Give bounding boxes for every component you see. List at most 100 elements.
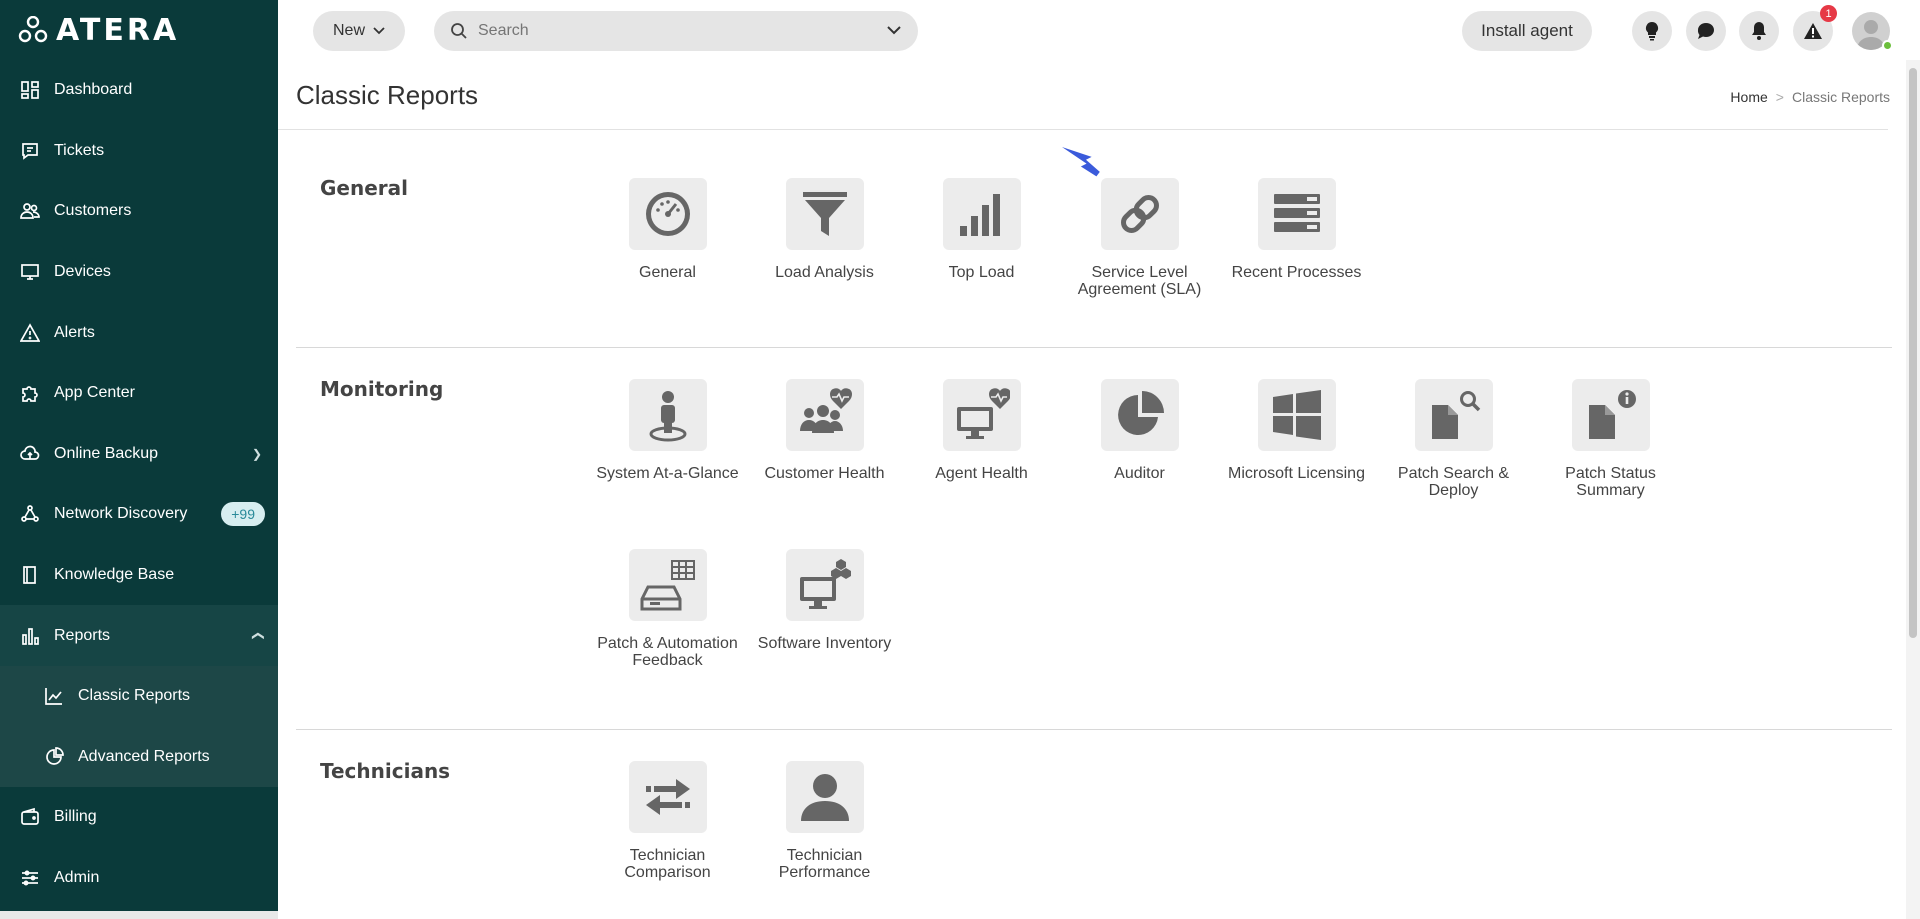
report-tile-agent-health[interactable]: Agent Health <box>903 379 1060 482</box>
report-tile-load-analysis[interactable]: Load Analysis <box>746 178 903 281</box>
sidebar: ATERA Dashboard Tickets Customers Device… <box>0 0 278 919</box>
report-tile-label: Agent Health <box>935 465 1028 482</box>
dashboard-icon <box>19 79 41 101</box>
signal-bars-icon <box>959 194 1000 236</box>
document-search-icon <box>1431 391 1480 439</box>
customers-icon <box>19 200 41 222</box>
report-tile-label: Top Load <box>948 264 1015 281</box>
section-divider <box>296 347 1892 348</box>
network-icon <box>19 503 41 525</box>
report-tile-recent-processes[interactable]: Recent Processes <box>1218 178 1375 281</box>
report-tile-label: Software Inventory <box>757 635 892 652</box>
sidebar-item-reports[interactable]: Reports ❯ <box>0 605 278 666</box>
sidebar-item-network-discovery[interactable]: Network Discovery +99 <box>0 484 278 545</box>
alert-count-badge: 1 <box>1820 5 1837 22</box>
tips-button[interactable] <box>1632 11 1672 51</box>
report-tile-label: System At-a-Glance <box>596 465 739 482</box>
report-tile-technician-comparison[interactable]: Technician Comparison <box>589 761 746 881</box>
search-bar[interactable] <box>434 11 918 51</box>
sidebar-item-knowledge-base[interactable]: Knowledge Base <box>0 545 278 606</box>
search-icon <box>451 23 467 39</box>
sidebar-item-customers[interactable]: Customers <box>0 181 278 242</box>
report-tile-sla[interactable]: Service Level Agreement (SLA) <box>1061 178 1218 298</box>
report-tile-auditor[interactable]: Auditor <box>1061 379 1218 482</box>
report-tile-label: Microsoft Licensing <box>1228 465 1365 482</box>
report-tile-patch-status-summary[interactable]: Patch Status Summary <box>1532 379 1689 499</box>
sidebar-item-billing[interactable]: Billing <box>0 787 278 848</box>
page-title: Classic Reports <box>296 80 479 110</box>
sidebar-item-admin[interactable]: Admin <box>0 848 278 909</box>
sidebar-item-label: Customers <box>54 202 132 220</box>
document-info-icon <box>1588 390 1636 439</box>
section-title-general: General <box>320 176 408 200</box>
notifications-button[interactable] <box>1739 11 1779 51</box>
report-tile-label: Patch Status Summary <box>1565 465 1656 499</box>
sidebar-item-label: Classic Reports <box>78 687 191 705</box>
alerts-button[interactable]: 1 <box>1793 5 1837 51</box>
list-bars-icon <box>1273 194 1320 232</box>
scrollbar[interactable] <box>1906 60 1920 919</box>
report-tile-label: Auditor <box>1114 465 1165 482</box>
sidebar-item-label: Knowledge Base <box>54 566 175 584</box>
report-tile-customer-health[interactable]: Customer Health <box>746 379 903 482</box>
book-icon <box>19 564 41 586</box>
warning-icon <box>1804 23 1822 39</box>
sidebar-item-label: Alerts <box>54 323 95 341</box>
sidebar-item-tickets[interactable]: Tickets <box>0 121 278 182</box>
wallet-icon <box>19 806 41 828</box>
pie-chart-icon <box>1117 391 1164 435</box>
cloud-icon <box>19 443 41 465</box>
user-silhouette-icon <box>800 774 849 821</box>
report-tile-label: Patch & Automation Feedback <box>597 635 738 669</box>
report-tile-software-inventory[interactable]: Software Inventory <box>746 549 903 652</box>
sidebar-item-label: Dashboard <box>54 81 133 99</box>
sidebar-item-devices[interactable]: Devices <box>0 242 278 303</box>
sidebar-item-classic-reports[interactable]: Classic Reports <box>0 665 278 727</box>
logo-text: ATERA <box>56 12 180 48</box>
sidebar-item-online-backup[interactable]: Online Backup ❯ <box>0 424 278 485</box>
alert-icon <box>19 322 41 344</box>
install-agent-button[interactable]: Install agent <box>1462 11 1592 51</box>
header-divider <box>278 129 1888 130</box>
gauge-icon <box>645 192 690 236</box>
report-tile-top-load[interactable]: Top Load <box>903 178 1060 281</box>
funnel-icon <box>802 192 847 236</box>
breadcrumb-current: Classic Reports <box>1791 89 1890 105</box>
search-input[interactable] <box>478 22 858 40</box>
monitor-boxes-icon <box>799 559 851 609</box>
sidebar-item-app-center[interactable]: App Center <box>0 363 278 424</box>
chevron-down-icon[interactable] <box>886 21 902 39</box>
report-tile-microsoft-licensing[interactable]: Microsoft Licensing <box>1218 379 1375 482</box>
sidebar-item-label: Tickets <box>54 141 105 159</box>
sidebar-item-dashboard[interactable]: Dashboard <box>0 60 278 121</box>
report-tile-system-at-a-glance[interactable]: System At-a-Glance <box>589 379 746 482</box>
sidebar-item-label: Online Backup <box>54 444 159 462</box>
report-tile-label: General <box>639 264 696 281</box>
chat-button[interactable] <box>1686 11 1726 51</box>
report-tile-label: Service Level Agreement (SLA) <box>1077 264 1202 298</box>
logo-icon <box>18 16 48 43</box>
report-tile-label: Technician Performance <box>778 847 871 881</box>
pointer-arrow-icon <box>1061 146 1100 177</box>
sidebar-item-label: Admin <box>54 869 100 887</box>
new-button[interactable]: New <box>313 11 405 51</box>
drive-table-icon <box>640 560 695 611</box>
lightbulb-icon <box>1645 21 1659 41</box>
chevron-up-icon[interactable]: ❯ <box>250 631 264 641</box>
scrollbar-thumb[interactable] <box>1909 68 1917 638</box>
report-tile-technician-performance[interactable]: Technician Performance <box>746 761 903 881</box>
report-tile-label: Patch Search & Deploy <box>1397 465 1510 499</box>
report-tile-patch-automation-feedback[interactable]: Patch & Automation Feedback <box>589 549 746 669</box>
link-icon <box>1120 195 1159 233</box>
report-tile-general[interactable]: General <box>589 178 746 281</box>
report-tile-patch-search-deploy[interactable]: Patch Search & Deploy <box>1375 379 1532 499</box>
atera-logo[interactable]: ATERA <box>18 12 180 48</box>
report-tile-label: Customer Health <box>764 465 885 482</box>
chevron-down-icon <box>373 27 385 35</box>
new-button-label: New <box>332 22 365 39</box>
sidebar-item-alerts[interactable]: Alerts <box>0 302 278 363</box>
chevron-down-icon[interactable]: ❯ <box>252 447 262 461</box>
sidebar-item-advanced-reports[interactable]: Advanced Reports <box>0 726 278 788</box>
breadcrumb-home[interactable]: Home <box>1730 89 1767 105</box>
monitor-heartbeat-icon <box>956 388 1010 439</box>
